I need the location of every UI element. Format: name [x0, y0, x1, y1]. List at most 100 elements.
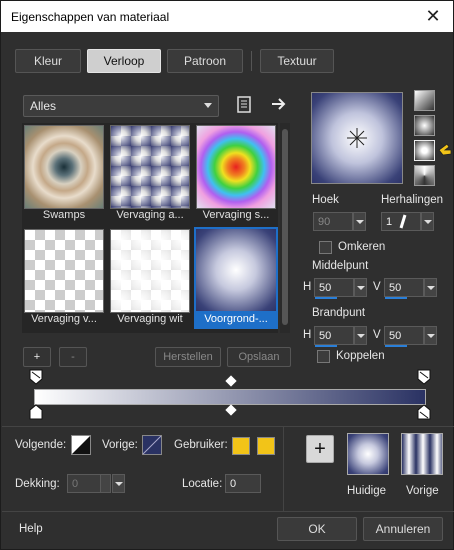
- chevron-down-icon[interactable]: [424, 326, 437, 345]
- scrollbar-thumb[interactable]: [282, 129, 288, 325]
- user-color-swatch-1[interactable]: [232, 437, 250, 455]
- focal-h-field[interactable]: 50: [314, 326, 367, 347]
- gradient-preview[interactable]: [311, 92, 403, 184]
- user-label: Gebruiker:: [174, 439, 228, 451]
- link-label: Koppelen: [336, 350, 385, 362]
- gradient-gallery: Swamps Vervaging a... Vervaging s... Ver…: [22, 123, 278, 333]
- tab-verloop[interactable]: Verloop: [87, 49, 161, 73]
- center-v-value: 50: [389, 281, 402, 294]
- divider-vertical: [283, 426, 284, 511]
- previous-gradient-swatch[interactable]: [401, 433, 443, 475]
- previous-label: Vorige: [406, 485, 439, 497]
- tab-textuur[interactable]: Textuur: [260, 49, 334, 73]
- invert-checkbox[interactable]: [319, 241, 332, 254]
- opacity-stop-right-icon[interactable]: [417, 369, 431, 385]
- invert-label: Omkeren: [338, 241, 386, 253]
- chevron-down-icon: [204, 103, 212, 108]
- focal-h-label: H: [303, 329, 312, 341]
- window-title: Eigenschappen van materiaal: [11, 9, 170, 24]
- link-checkbox[interactable]: [317, 350, 330, 363]
- gradient-thumbnail: [24, 229, 104, 313]
- angle-label: Hoek: [312, 194, 339, 206]
- category-dropdown[interactable]: Alles: [23, 95, 219, 117]
- color-stop-left-icon[interactable]: [29, 404, 43, 420]
- save-button[interactable]: Opslaan: [227, 347, 291, 367]
- previous-color-swatch[interactable]: [142, 435, 162, 455]
- location-label: Locatie:: [182, 478, 223, 490]
- gallery-item-label: Vervaging s...: [202, 209, 270, 221]
- value-bar: [315, 297, 337, 299]
- location-value: 0: [230, 477, 237, 490]
- user-color-swatch-2[interactable]: [257, 437, 275, 455]
- gradient-thumbnail: [110, 229, 190, 313]
- gallery-item-label: Swamps: [42, 209, 86, 221]
- opacity-field[interactable]: 0: [67, 474, 125, 493]
- spin-buttons[interactable]: [100, 475, 110, 492]
- cancel-button[interactable]: Annuleren: [363, 517, 443, 541]
- opacity-midpoint-handle[interactable]: [225, 375, 237, 387]
- gradient-bar[interactable]: [34, 389, 426, 405]
- library-icon[interactable]: [235, 95, 253, 115]
- gradient-thumbnail: [110, 125, 190, 209]
- add-to-swatches-button[interactable]: +: [306, 435, 334, 463]
- opacity-stop-left-icon[interactable]: [29, 369, 43, 385]
- chevron-down-icon[interactable]: [353, 212, 366, 231]
- repeats-field[interactable]: 1: [381, 212, 434, 231]
- gallery-item[interactable]: Vervaging a...: [110, 125, 190, 225]
- tab-separator: [251, 51, 252, 71]
- chevron-down-icon[interactable]: [112, 474, 125, 493]
- gradient-thumbnail: [194, 227, 278, 313]
- focal-v-label: V: [373, 329, 381, 341]
- slider-knob-icon: [399, 214, 407, 229]
- chevron-down-icon[interactable]: [424, 278, 437, 297]
- style-rectangular-icon[interactable]: [414, 115, 435, 136]
- remove-gradient-button[interactable]: -: [59, 347, 87, 367]
- gallery-item-label: Vervaging v...: [31, 313, 97, 325]
- category-value: Alles: [30, 99, 57, 113]
- opacity-label: Dekking:: [15, 478, 60, 490]
- focal-h-value: 50: [319, 329, 332, 342]
- gallery-item-label: Vervaging wit: [117, 313, 183, 325]
- reset-button[interactable]: Herstellen: [155, 347, 221, 367]
- gallery-item[interactable]: Vervaging v...: [24, 229, 104, 329]
- gallery-scrollbar[interactable]: [280, 123, 290, 333]
- tab-bar: Kleur Verloop Patroon Textuur: [15, 49, 340, 73]
- style-sunburst-icon[interactable]: [414, 165, 435, 186]
- tab-patroon[interactable]: Patroon: [167, 49, 243, 73]
- arrow-right-icon[interactable]: [271, 97, 287, 111]
- color-stop-right-icon[interactable]: [417, 404, 431, 420]
- gallery-item[interactable]: Vervaging wit: [110, 229, 190, 329]
- gradient-thumbnail: [196, 125, 276, 209]
- value-bar: [385, 297, 407, 299]
- gallery-item-selected[interactable]: Voorgrond-...: [194, 227, 278, 329]
- center-h-label: H: [303, 281, 312, 293]
- focal-v-field[interactable]: 50: [384, 326, 437, 347]
- chevron-down-icon[interactable]: [354, 326, 367, 345]
- add-gradient-button[interactable]: +: [23, 347, 51, 367]
- gallery-item[interactable]: Vervaging s...: [196, 125, 276, 225]
- help-link[interactable]: Help: [19, 523, 43, 535]
- tab-kleur[interactable]: Kleur: [15, 49, 81, 73]
- gallery-item[interactable]: Swamps: [24, 125, 104, 225]
- gallery-item-label: Vervaging a...: [116, 209, 184, 221]
- focal-label: Brandpunt: [312, 307, 366, 319]
- style-radial-icon[interactable]: [414, 140, 435, 161]
- ok-button[interactable]: OK: [277, 517, 357, 541]
- style-linear-icon[interactable]: [414, 90, 435, 111]
- center-h-field[interactable]: 50: [314, 278, 367, 299]
- gallery-item-label: Voorgrond-...: [194, 313, 278, 329]
- chevron-down-icon[interactable]: [421, 212, 434, 231]
- location-field[interactable]: 0: [225, 474, 261, 493]
- angle-value: 90: [318, 215, 331, 228]
- close-icon[interactable]: ✕: [413, 1, 453, 32]
- value-bar: [315, 345, 337, 347]
- current-gradient-swatch[interactable]: [347, 433, 389, 475]
- repeats-value: 1: [386, 215, 393, 228]
- center-v-field[interactable]: 50: [384, 278, 437, 299]
- angle-field[interactable]: 90: [313, 212, 366, 231]
- color-midpoint-handle[interactable]: [225, 404, 237, 416]
- chevron-down-icon[interactable]: [354, 278, 367, 297]
- divider: [2, 511, 454, 512]
- next-color-swatch[interactable]: [71, 435, 91, 455]
- current-label: Huidige: [347, 485, 386, 497]
